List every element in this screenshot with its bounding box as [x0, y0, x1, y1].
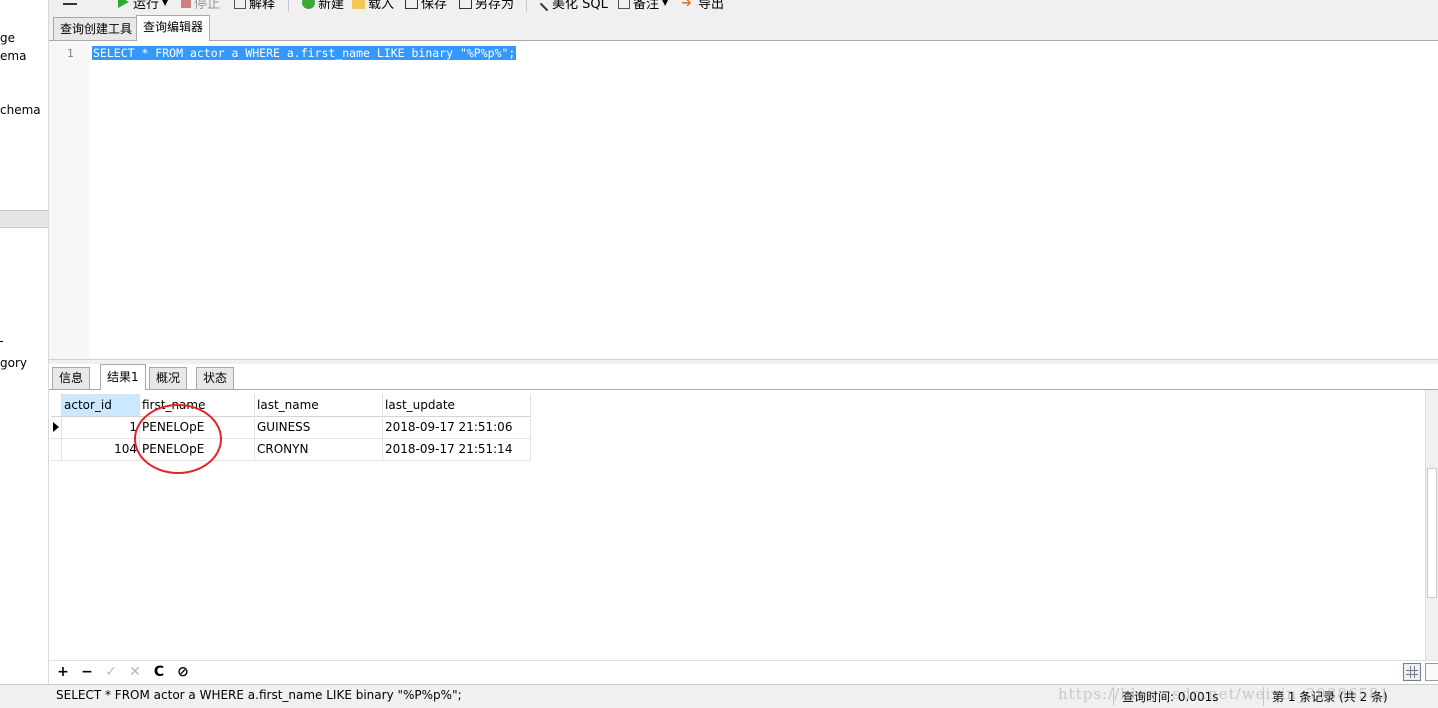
- toolbar-divider: [288, 0, 289, 12]
- line-number-gutter: 1: [49, 41, 89, 359]
- cell-last-update[interactable]: 2018-09-17 21:51:06: [383, 416, 531, 438]
- tab-status[interactable]: 状态: [196, 367, 235, 389]
- object-tree-sidebar: ge ema chema gory: [0, 0, 49, 684]
- save-icon: [405, 0, 418, 9]
- explain-label: 解释: [249, 0, 276, 12]
- play-icon: [117, 0, 130, 9]
- column-header-last-update[interactable]: last_update: [383, 394, 531, 416]
- refresh-button[interactable]: C: [151, 664, 167, 680]
- apply-changes-button[interactable]: ✓: [103, 664, 119, 680]
- load-label: 载入: [368, 0, 395, 12]
- status-sql-text: SELECT * FROM actor a WHERE a.first_name…: [56, 688, 462, 702]
- cell-last-name[interactable]: CRONYN: [255, 438, 383, 460]
- new-label: 新建: [318, 0, 345, 12]
- beautify-sql-button[interactable]: 美化 SQL: [539, 0, 608, 12]
- stop-button[interactable]: ⊘: [175, 664, 191, 680]
- line-number: 1: [67, 47, 74, 60]
- cell-last-name[interactable]: GUINESS: [255, 416, 383, 438]
- comment-label: 备注: [633, 0, 660, 12]
- add-record-button[interactable]: +: [55, 664, 71, 680]
- run-button[interactable]: 运行 ▼: [117, 0, 168, 12]
- new-button[interactable]: 新建: [302, 0, 344, 12]
- toolbar: 运行 ▼ 停止 解释 新建 载入 保存 另存为 美化 SQL 备注 ▼ ➜ 导出: [49, 0, 1438, 14]
- export-button[interactable]: ➜ 导出: [681, 0, 724, 12]
- grid-header: actor_id first_name last_name last_updat…: [51, 394, 531, 417]
- tab-query-editor[interactable]: 查询编辑器: [136, 15, 211, 41]
- sidebar-item[interactable]: ge: [0, 31, 15, 45]
- load-button[interactable]: 载入: [352, 0, 394, 12]
- toolbar-divider: [526, 0, 527, 12]
- sql-editor[interactable]: 1 SELECT * FROM actor a WHERE a.first_na…: [49, 41, 1438, 359]
- sql-code-line[interactable]: SELECT * FROM actor a WHERE a.first_name…: [92, 46, 517, 60]
- save-as-button[interactable]: 另存为: [459, 0, 514, 12]
- sidebar-item[interactable]: gory: [0, 356, 27, 370]
- stop-button[interactable]: 停止: [181, 0, 220, 12]
- wand-icon: [539, 2, 549, 11]
- stop-label: 停止: [194, 0, 221, 12]
- folder-icon: [352, 0, 365, 9]
- chevron-down-icon: ▼: [662, 0, 669, 7]
- result-tab-bar: 信息 结果1 概况 状态: [49, 364, 1438, 390]
- editor-tab-bar: 查询创建工具 查询编辑器: [49, 14, 1438, 41]
- column-header-last-name[interactable]: last_name: [255, 394, 383, 416]
- add-icon: [302, 0, 315, 9]
- form-view-icon[interactable]: [1425, 663, 1438, 681]
- chevron-down-icon: ▼: [162, 0, 169, 7]
- run-label: 运行: [133, 0, 160, 12]
- watermark: https://blog.csdn.net/weixin_39886581: [1058, 685, 1391, 703]
- table-row[interactable]: 1 PENELOpE GUINESS 2018-09-17 21:51:06: [51, 416, 531, 439]
- tab-profile[interactable]: 概况: [149, 367, 188, 389]
- sidebar-item[interactable]: chema: [0, 103, 41, 117]
- grid-toolbar: + − ✓ ✕ C ⊘: [49, 660, 1438, 684]
- save-as-icon: [459, 0, 472, 9]
- save-label: 保存: [421, 0, 448, 12]
- scrollbar-thumb[interactable]: [1427, 468, 1437, 598]
- hamburger-icon: [63, 3, 77, 5]
- annotation-circle: [134, 404, 222, 474]
- explain-button[interactable]: 解释: [234, 0, 275, 12]
- beautify-sql-label: 美化 SQL: [552, 0, 608, 12]
- sidebar-item[interactable]: [0, 334, 3, 348]
- tab-query-builder[interactable]: 查询创建工具: [53, 17, 140, 40]
- column-header-actor-id[interactable]: actor_id: [62, 394, 140, 416]
- comment-button[interactable]: 备注 ▼: [618, 0, 668, 12]
- row-indicator[interactable]: [51, 416, 62, 438]
- export-label: 导出: [698, 0, 725, 12]
- cell-last-update[interactable]: 2018-09-17 21:51:14: [383, 438, 531, 460]
- export-arrow-icon: ➜: [681, 0, 692, 11]
- explain-icon: [234, 0, 246, 9]
- row-header-corner: [51, 394, 62, 416]
- vertical-scrollbar[interactable]: [1425, 390, 1438, 660]
- save-button[interactable]: 保存: [405, 0, 447, 12]
- comment-icon: [618, 0, 630, 9]
- grid-view-icon[interactable]: [1403, 663, 1421, 681]
- cell-actor-id[interactable]: 104: [62, 438, 140, 460]
- table-row[interactable]: 104 PENELOpE CRONYN 2018-09-17 21:51:14: [51, 438, 531, 461]
- stop-icon: [181, 0, 191, 8]
- current-row-arrow-icon: [53, 422, 59, 432]
- tab-result1[interactable]: 结果1: [100, 364, 146, 390]
- result-grid: actor_id first_name last_name last_updat…: [49, 390, 1425, 660]
- row-indicator[interactable]: [51, 438, 62, 460]
- tab-info[interactable]: 信息: [52, 367, 91, 389]
- sidebar-item[interactable]: ema: [0, 49, 26, 63]
- menu-button[interactable]: [63, 0, 77, 5]
- discard-changes-button[interactable]: ✕: [127, 664, 143, 680]
- sidebar-separator: [0, 210, 48, 228]
- delete-record-button[interactable]: −: [79, 664, 95, 680]
- save-as-label: 另存为: [475, 0, 515, 12]
- cell-actor-id[interactable]: 1: [62, 416, 140, 438]
- status-bar: SELECT * FROM actor a WHERE a.first_name…: [0, 684, 1438, 708]
